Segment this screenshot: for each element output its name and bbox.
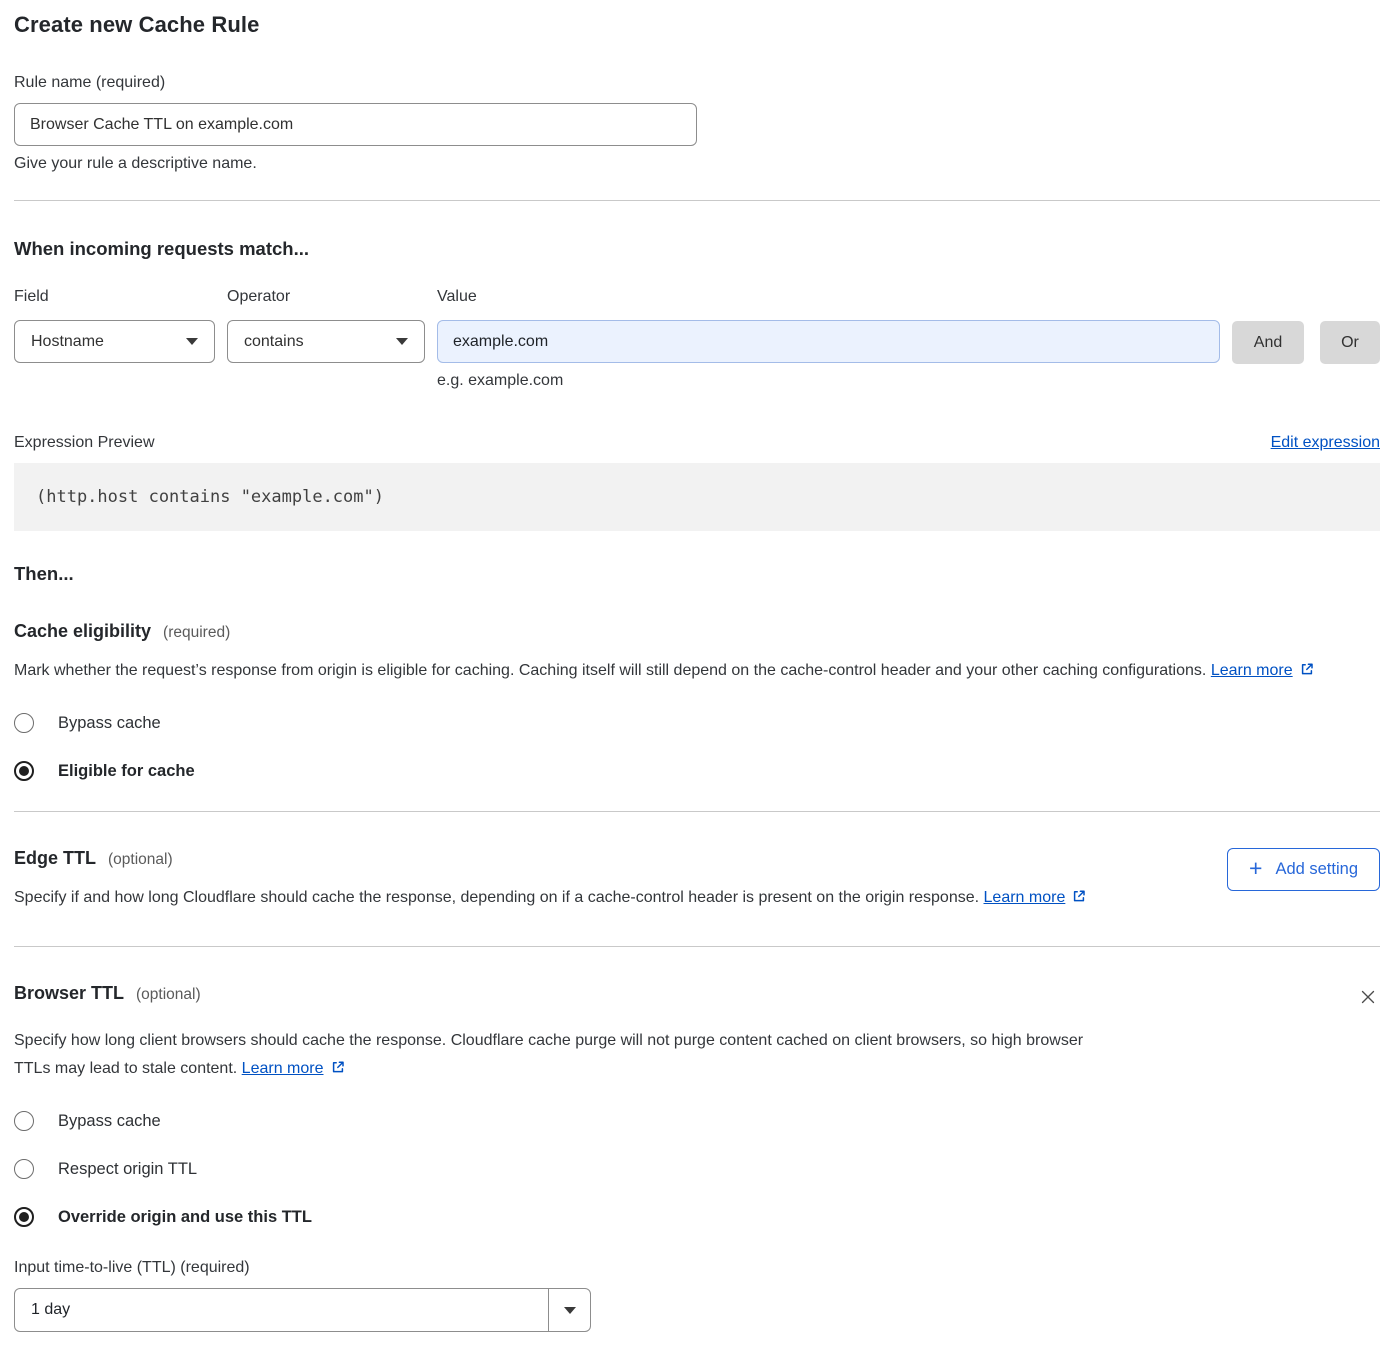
required-tag: (required) xyxy=(163,624,230,642)
external-link-icon xyxy=(330,1059,346,1075)
operator-select[interactable]: contains xyxy=(227,320,425,363)
match-builder-row: Field Hostname Operator contains Value e… xyxy=(14,288,1380,390)
radio-circle-selected-icon xyxy=(14,1207,34,1227)
operator-select-value: contains xyxy=(244,333,304,351)
edit-expression-link[interactable]: Edit expression xyxy=(1271,434,1380,452)
radio-circle-icon xyxy=(14,1159,34,1179)
edge-ttl-heading-group: Edge TTL (optional) Specify if and how l… xyxy=(14,848,1087,912)
browser-ttl-description: Specify how long client browsers should … xyxy=(14,1027,1109,1083)
radio-override-origin-ttl[interactable]: Override origin and use this TTL xyxy=(14,1207,1380,1227)
learn-more-link[interactable]: Learn more xyxy=(242,1060,346,1077)
rule-name-input[interactable] xyxy=(14,103,697,146)
match-section: When incoming requests match... Field Ho… xyxy=(14,238,1380,531)
edge-ttl-section: Edge TTL (optional) Specify if and how l… xyxy=(14,848,1380,912)
add-setting-button[interactable]: + Add setting xyxy=(1227,848,1380,891)
caret-down-icon xyxy=(564,1307,576,1314)
rule-name-help: Give your rule a descriptive name. xyxy=(14,155,1380,173)
ttl-select-arrow-box xyxy=(548,1289,590,1331)
value-column: Value e.g. example.com xyxy=(437,288,1220,390)
edge-ttl-heading-row: Edge TTL (optional) Specify if and how l… xyxy=(14,848,1380,912)
field-select-value: Hostname xyxy=(31,333,104,351)
create-cache-rule-form: Create new Cache Rule Rule name (require… xyxy=(0,0,1400,1362)
edge-ttl-description: Specify if and how long Cloudflare shoul… xyxy=(14,884,1087,912)
ttl-select-value: 1 day xyxy=(15,1289,548,1331)
caret-down-icon xyxy=(396,338,408,345)
radio-browser-bypass-cache[interactable]: Bypass cache xyxy=(14,1111,1380,1131)
external-link-icon xyxy=(1299,661,1315,677)
divider xyxy=(14,946,1380,947)
ttl-select[interactable]: 1 day xyxy=(14,1288,591,1332)
radio-circle-selected-icon xyxy=(14,761,34,781)
radio-circle-icon xyxy=(14,713,34,733)
and-button[interactable]: And xyxy=(1232,321,1304,364)
operator-column: Operator contains xyxy=(227,288,425,363)
value-help: e.g. example.com xyxy=(437,372,1220,390)
close-icon xyxy=(1358,987,1378,1007)
or-button[interactable]: Or xyxy=(1320,321,1380,364)
remove-browser-ttl-button[interactable] xyxy=(1356,985,1380,1012)
match-heading: When incoming requests match... xyxy=(14,238,1380,260)
radio-bypass-cache[interactable]: Bypass cache xyxy=(14,713,1380,733)
value-label: Value xyxy=(437,288,1220,306)
field-column: Field Hostname xyxy=(14,288,215,363)
cache-eligibility-description: Mark whether the request’s response from… xyxy=(14,657,1354,685)
divider xyxy=(14,200,1380,201)
edge-ttl-heading: Edge TTL xyxy=(14,848,96,869)
cache-eligibility-heading-row: Cache eligibility (required) xyxy=(14,621,1380,642)
learn-more-link[interactable]: Learn more xyxy=(984,889,1088,906)
rule-name-group: Rule name (required) Give your rule a de… xyxy=(14,74,1380,173)
browser-ttl-heading: Browser TTL xyxy=(14,983,124,1004)
ttl-input-group: Input time-to-live (TTL) (required) 1 da… xyxy=(14,1259,1380,1332)
field-label: Field xyxy=(14,288,215,306)
caret-down-icon xyxy=(186,338,198,345)
optional-tag: (optional) xyxy=(136,986,201,1004)
ttl-input-label: Input time-to-live (TTL) (required) xyxy=(14,1259,1380,1277)
browser-ttl-heading-row: Browser TTL (optional) xyxy=(14,983,1380,1012)
external-link-icon xyxy=(1071,888,1087,904)
operator-label: Operator xyxy=(227,288,425,306)
expression-preview-label: Expression Preview xyxy=(14,434,155,452)
value-input[interactable] xyxy=(437,320,1220,363)
expression-preview-header: Expression Preview Edit expression xyxy=(14,434,1380,452)
radio-circle-icon xyxy=(14,1111,34,1131)
radio-eligible-for-cache[interactable]: Eligible for cache xyxy=(14,761,1380,781)
optional-tag: (optional) xyxy=(108,851,173,869)
learn-more-link[interactable]: Learn more xyxy=(1211,662,1315,679)
radio-respect-origin-ttl[interactable]: Respect origin TTL xyxy=(14,1159,1380,1179)
browser-ttl-section: Browser TTL (optional) Specify how long … xyxy=(14,983,1380,1332)
cache-eligibility-section: Cache eligibility (required) Mark whethe… xyxy=(14,621,1380,781)
expression-preview-code: (http.host contains "example.com") xyxy=(14,463,1380,531)
field-select[interactable]: Hostname xyxy=(14,320,215,363)
page-title: Create new Cache Rule xyxy=(14,12,1380,38)
rule-name-label: Rule name (required) xyxy=(14,74,1380,92)
divider xyxy=(14,811,1380,812)
plus-icon: + xyxy=(1249,857,1262,880)
then-heading: Then... xyxy=(14,563,1380,585)
and-or-buttons: And Or xyxy=(1232,321,1380,364)
cache-eligibility-heading: Cache eligibility xyxy=(14,621,151,642)
